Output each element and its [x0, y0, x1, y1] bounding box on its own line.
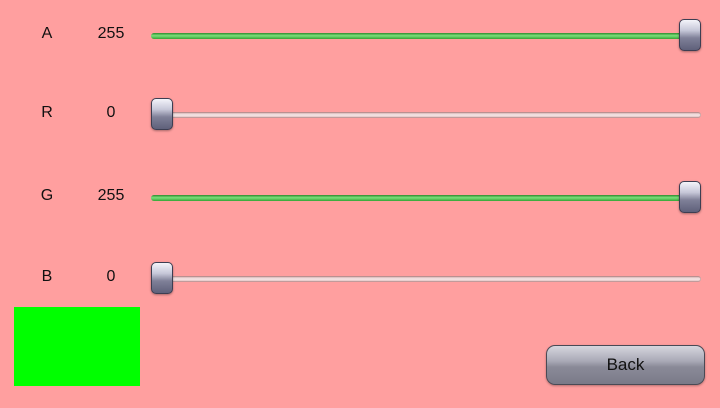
channel-row-g: G 255 — [0, 177, 720, 217]
slider-track — [151, 195, 701, 201]
slider-thumb[interactable] — [679, 19, 701, 51]
channel-row-a: A 255 — [0, 15, 720, 55]
slider-fill — [151, 33, 690, 39]
slider-fill — [151, 195, 690, 201]
slider-thumb[interactable] — [679, 181, 701, 213]
channel-label: R — [41, 104, 53, 121]
back-button[interactable]: Back — [546, 345, 705, 385]
channel-value: 0 — [106, 268, 116, 285]
slider-track — [151, 276, 701, 282]
channel-value: 0 — [106, 104, 116, 121]
slider-track — [151, 33, 701, 39]
channel-row-r: R 0 — [0, 94, 720, 134]
color-picker-screen: A 255 R 0 G 255 B 0 Back — [0, 0, 720, 408]
slider-thumb[interactable] — [151, 98, 173, 130]
alpha-slider[interactable] — [151, 15, 701, 55]
slider-thumb[interactable] — [151, 262, 173, 294]
channel-value: 255 — [97, 187, 125, 204]
channel-label: B — [41, 268, 53, 285]
red-slider[interactable] — [151, 94, 701, 134]
channel-value: 255 — [97, 25, 125, 42]
channel-label: A — [41, 25, 53, 42]
slider-track — [151, 112, 701, 118]
channel-row-b: B 0 — [0, 258, 720, 298]
green-slider[interactable] — [151, 177, 701, 217]
blue-slider[interactable] — [151, 258, 701, 298]
channel-label: G — [40, 187, 54, 204]
color-preview-swatch — [14, 307, 140, 386]
